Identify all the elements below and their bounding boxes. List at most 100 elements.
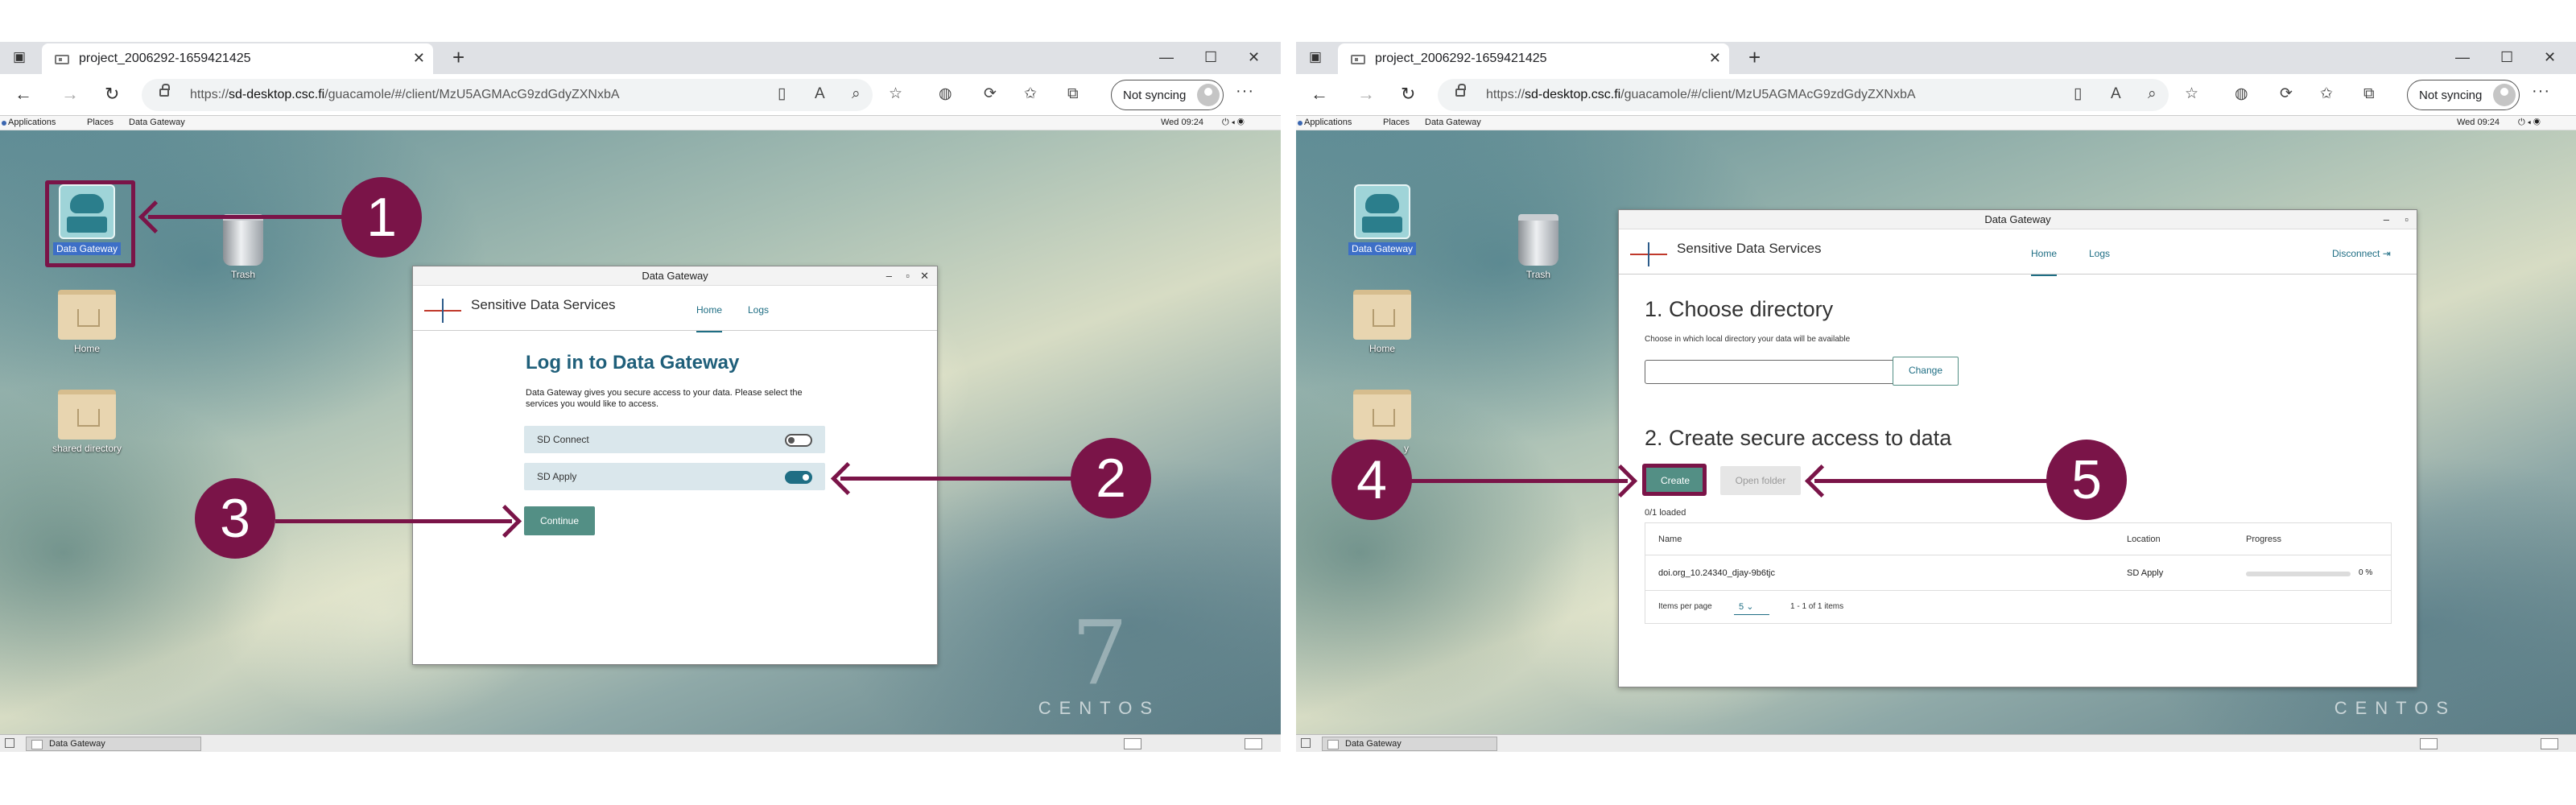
tab-title: project_2006292-1659421425: [79, 52, 251, 65]
desktop-icon-shared-directory[interactable]: shared directory: [43, 390, 131, 456]
refresh-extension-icon[interactable]: ⟳: [2280, 85, 2293, 103]
minimize-icon[interactable]: —: [1159, 48, 1174, 66]
desktop-icon-home[interactable]: Home: [43, 290, 131, 356]
window-minimize-icon[interactable]: –: [2384, 210, 2389, 229]
extension-icon[interactable]: ◍: [939, 85, 952, 103]
data-gateway-menu[interactable]: Data Gateway: [1425, 118, 1481, 127]
not-syncing-button[interactable]: Not syncing: [1111, 80, 1224, 110]
continue-button[interactable]: Continue: [524, 506, 595, 535]
workspace-switcher-icon[interactable]: [1124, 738, 1141, 749]
data-gateway-menu[interactable]: Data Gateway: [129, 118, 185, 127]
nav-home[interactable]: Home: [2031, 244, 2058, 276]
items-per-page-select[interactable]: 5 ⌄: [1734, 599, 1769, 615]
system-tray-icons[interactable]: ⏻◂◉: [1222, 118, 1247, 128]
address-row: ← → ↻ https://sd-desktop.csc.fi/guacamol…: [1296, 74, 2576, 116]
app-available-icon[interactable]: ▯: [2074, 85, 2082, 103]
centos-logo-text: CENTOS: [2334, 698, 2456, 718]
maximize-icon[interactable]: ☐: [2500, 48, 2513, 66]
table-row[interactable]: doi.org_10.24340_djay-9b6tjc SD Apply 0 …: [1645, 555, 2391, 591]
open-folder-button[interactable]: Open folder: [1720, 466, 1801, 495]
app-header: Sensitive Data Services Home Logs: [413, 286, 937, 332]
show-desktop-icon[interactable]: [1301, 738, 1311, 748]
brand-title: Sensitive Data Services: [1677, 241, 1822, 256]
read-aloud-icon[interactable]: A: [2111, 85, 2121, 103]
favorites-icon[interactable]: ✩: [2320, 85, 2333, 103]
desktop-icon-home[interactable]: Home: [1338, 290, 1426, 356]
sd-apply-toggle[interactable]: [785, 471, 812, 484]
zoom-icon[interactable]: ⌕: [2148, 85, 2157, 103]
address-bar[interactable]: https://sd-desktop.csc.fi/guacamole/#/cl…: [142, 79, 873, 111]
window-close-icon[interactable]: ✕: [2544, 48, 2556, 66]
window-minimize-icon[interactable]: –: [886, 266, 892, 286]
favorites-icon[interactable]: ✩: [1024, 85, 1037, 103]
url-text: https://sd-desktop.csc.fi/guacamole/#/cl…: [190, 88, 620, 101]
taskbar-item[interactable]: Data Gateway: [26, 737, 201, 751]
workspace-indicator-icon[interactable]: [1245, 738, 1262, 749]
zoom-icon[interactable]: ⌕: [852, 85, 861, 103]
workspace-switcher-icon[interactable]: [2420, 738, 2438, 749]
app-available-icon[interactable]: ▯: [778, 85, 786, 103]
tab-actions-icon[interactable]: ▣: [11, 49, 27, 65]
desktop-icon-data-gateway[interactable]: Data Gateway: [1338, 184, 1426, 256]
collections-icon[interactable]: ⧉: [1067, 85, 1079, 103]
forward-icon[interactable]: →: [1357, 85, 1375, 104]
reload-icon[interactable]: ↻: [105, 85, 119, 104]
desktop-icon-trash[interactable]: Trash: [1494, 214, 1583, 282]
disconnect-link[interactable]: Disconnect ⇥: [2332, 244, 2391, 263]
new-tab-icon[interactable]: +: [452, 47, 464, 68]
back-icon[interactable]: ←: [1311, 85, 1328, 104]
tab-bar: ▣ project_2006292-1659421425 ✕ + — ☐ ✕: [1296, 42, 2576, 74]
lock-icon[interactable]: [1455, 84, 1466, 97]
data-gateway-window: Data Gateway – ▫ ✕ Sensitive Data Servic…: [412, 266, 938, 665]
desktop: 7 CENTOS Data Gateway Trash Home shared …: [0, 130, 1281, 734]
places-menu[interactable]: Places: [1383, 118, 1410, 127]
new-tab-icon[interactable]: +: [1748, 47, 1761, 68]
window-close-icon[interactable]: ✕: [920, 266, 929, 286]
refresh-extension-icon[interactable]: ⟳: [984, 85, 997, 103]
directory-input[interactable]: [1645, 360, 1925, 384]
collections-icon[interactable]: ⧉: [2363, 85, 2375, 103]
desktop-icon-trash[interactable]: Trash: [199, 214, 287, 282]
nav-home[interactable]: Home: [696, 300, 723, 332]
applications-menu[interactable]: Applications: [1, 118, 56, 127]
window-maximize-icon[interactable]: ▫: [906, 266, 910, 286]
read-aloud-icon[interactable]: A: [815, 85, 825, 103]
data-gateway-window: Data Gateway – ▫ Sensitive Data Services…: [1618, 209, 2417, 687]
more-menu-icon[interactable]: ···: [2532, 82, 2550, 101]
clock: Wed 09:24: [1161, 118, 1204, 127]
forward-icon[interactable]: →: [61, 85, 79, 104]
window-close-icon[interactable]: ✕: [1248, 48, 1260, 66]
not-syncing-button[interactable]: Not syncing: [2407, 80, 2520, 110]
csc-logo-icon: [424, 299, 461, 323]
favorite-icon[interactable]: ☆: [889, 85, 902, 103]
reload-icon[interactable]: ↻: [1401, 85, 1415, 104]
favorite-icon[interactable]: ☆: [2185, 85, 2198, 103]
lock-icon[interactable]: [159, 84, 170, 97]
browser-tab[interactable]: project_2006292-1659421425 ✕: [42, 43, 433, 74]
tab-actions-icon[interactable]: ▣: [1307, 49, 1323, 65]
applications-menu[interactable]: Applications: [1297, 118, 1352, 127]
nav-logs[interactable]: Logs: [748, 300, 769, 320]
browser-tab[interactable]: project_2006292-1659421425 ✕: [1338, 43, 1729, 74]
minimize-icon[interactable]: —: [2455, 48, 2470, 66]
system-tray-icons[interactable]: ⏻◂◉: [2518, 118, 2543, 128]
extension-icon[interactable]: ◍: [2235, 85, 2248, 103]
workspace-indicator-icon[interactable]: [2541, 738, 2558, 749]
brand-title: Sensitive Data Services: [471, 297, 616, 312]
change-button[interactable]: Change: [1893, 357, 1959, 386]
sd-connect-toggle[interactable]: [785, 434, 812, 447]
tab-close-icon[interactable]: ✕: [1709, 50, 1721, 67]
login-heading: Log in to Data Gateway: [526, 352, 740, 374]
more-menu-icon[interactable]: ···: [1236, 82, 1254, 101]
address-bar[interactable]: https://sd-desktop.csc.fi/guacamole/#/cl…: [1438, 79, 2169, 111]
show-desktop-icon[interactable]: [5, 738, 14, 748]
taskbar-item[interactable]: Data Gateway: [1322, 737, 1497, 751]
service-label: SD Connect: [537, 434, 589, 445]
places-menu[interactable]: Places: [87, 118, 114, 127]
maximize-icon[interactable]: ☐: [1204, 48, 1217, 66]
window-maximize-icon[interactable]: ▫: [2405, 210, 2409, 229]
back-icon[interactable]: ←: [14, 85, 32, 104]
nav-logs[interactable]: Logs: [2089, 244, 2110, 263]
desktop: 7 CENTOS Data Gateway Trash Home y Data …: [1296, 130, 2576, 734]
tab-close-icon[interactable]: ✕: [413, 50, 425, 67]
